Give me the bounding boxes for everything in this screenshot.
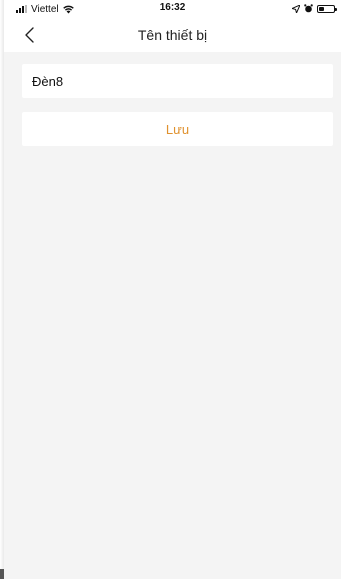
alarm-icon (304, 0, 313, 18)
save-button[interactable]: Lưu (22, 112, 333, 146)
device-name-input[interactable] (22, 64, 333, 98)
battery-icon (317, 5, 337, 13)
status-bar: Viettel 16:32 (4, 0, 341, 18)
navigation-bar: Tên thiết bị (4, 18, 341, 52)
page-title: Tên thiết bị (137, 27, 208, 43)
status-time: 16:32 (159, 2, 186, 13)
status-bar-right (290, 0, 337, 18)
location-icon (290, 0, 301, 18)
screen: Viettel 16:32 Tên thiết bị Đèn8 Lưu (4, 0, 341, 579)
